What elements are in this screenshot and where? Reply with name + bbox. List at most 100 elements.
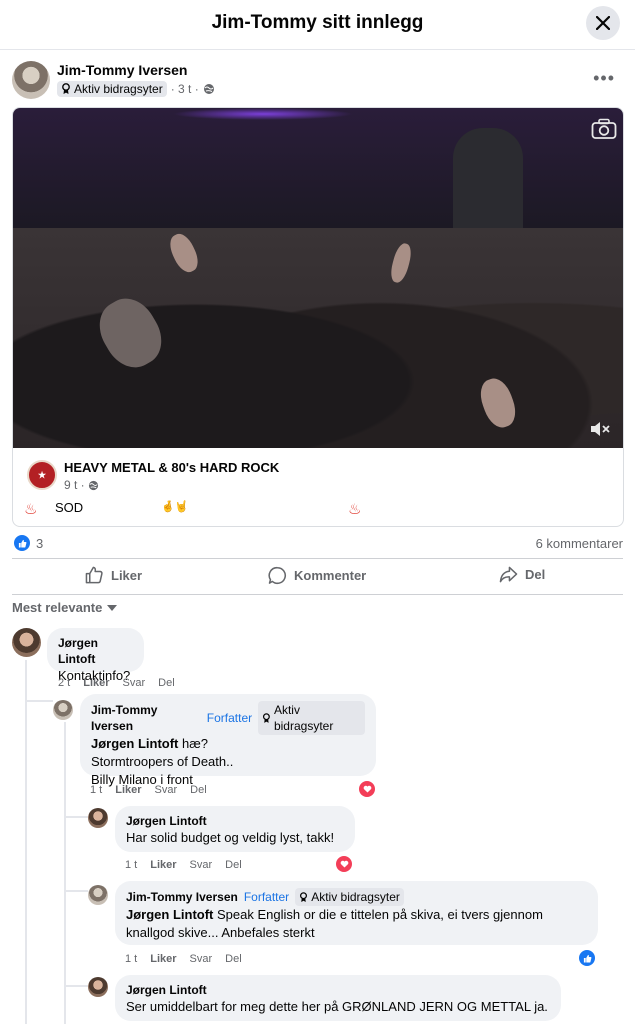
commenter-avatar[interactable] xyxy=(12,628,41,657)
thread-line xyxy=(25,660,27,1024)
comment-count[interactable]: 6 kommentarer xyxy=(536,536,623,551)
comment-time[interactable]: 2 t xyxy=(58,677,70,689)
thread-line xyxy=(64,890,88,892)
commenter-name[interactable]: Jørgen Lintoft xyxy=(126,813,344,829)
commenter-avatar[interactable] xyxy=(88,808,108,828)
divider xyxy=(12,558,623,559)
comment-like-button[interactable]: Liker xyxy=(150,859,176,871)
like-reaction[interactable] xyxy=(579,950,595,966)
comment-actions: 1 t Liker Svar Del xyxy=(125,953,242,965)
group-name[interactable]: HEAVY METAL & 80's HARD ROCK xyxy=(64,460,279,475)
dialog-header: Jim-Tommy sitt innlegg xyxy=(0,0,635,50)
badge-icon xyxy=(62,83,70,94)
comment-reply-button[interactable]: Svar xyxy=(155,784,178,796)
post-text-sod: SOD xyxy=(55,500,84,515)
thread-line xyxy=(64,722,66,1024)
mention-link[interactable]: Jørgen Lintoft xyxy=(91,736,178,751)
badge-label: Aktiv bidragsyter xyxy=(74,82,163,96)
comment-actions: 1 t Liker Svar Del xyxy=(90,784,207,796)
commenter-avatar[interactable] xyxy=(88,977,108,997)
comment-bubble: Jørgen Lintoft Ser umiddelbart for meg d… xyxy=(115,975,561,1021)
mute-icon[interactable] xyxy=(589,420,611,438)
badge-icon xyxy=(263,712,270,723)
thumbs-up-icon xyxy=(85,566,103,584)
more-horizontal-icon: ••• xyxy=(593,68,615,88)
comment-time[interactable]: 1 t xyxy=(125,953,137,965)
thread-line xyxy=(64,816,88,818)
comment-time[interactable]: 1 t xyxy=(90,784,102,796)
contributor-badge[interactable]: Aktiv bidragsyter xyxy=(57,81,167,97)
comment-text: Har solid budget og veldig lyst, takk! xyxy=(126,830,335,845)
comment-time[interactable]: 1 t xyxy=(125,859,137,871)
author-tag: Forfatter xyxy=(206,711,253,725)
video-player[interactable] xyxy=(13,108,623,448)
like-reaction-icon xyxy=(14,535,30,551)
post-meta: Aktiv bidragsyter · 3 t · xyxy=(57,81,215,97)
close-button[interactable] xyxy=(586,6,620,40)
camera-icon[interactable] xyxy=(591,118,617,140)
badge-icon xyxy=(300,891,308,902)
shared-post-card[interactable]: ★ HEAVY METAL & 80's HARD ROCK 9 t · ♨ S… xyxy=(12,107,624,527)
comment-text-line: Speak English or die e tittelen på skiva… xyxy=(213,907,543,922)
hot-springs-emoji: ♨ xyxy=(24,501,38,518)
comment-like-button[interactable]: Liker xyxy=(150,953,176,965)
comment-reply-button[interactable]: Svar xyxy=(123,677,146,689)
contributor-badge[interactable]: Aktiv bidragsyter xyxy=(258,701,365,735)
heart-icon xyxy=(340,860,348,868)
comment-text: Jørgen Lintoft hæ? xyxy=(91,735,365,753)
commenter-name[interactable]: Jim-Tommy Iversen xyxy=(126,889,238,905)
comment-text: Jørgen Lintoft Speak English or die e ti… xyxy=(126,906,587,924)
comment-bubble: Jørgen Lintoft Har solid budget og veldi… xyxy=(115,806,355,852)
group-time[interactable]: 9 t · xyxy=(64,478,85,492)
close-icon xyxy=(596,16,610,30)
commenter-name[interactable]: Jim-Tommy Iversen xyxy=(91,702,201,734)
comment-reply-button[interactable]: Svar xyxy=(190,859,213,871)
badge-label: Aktiv bidragsyter xyxy=(273,703,334,733)
comment-share-button[interactable]: Del xyxy=(225,859,242,871)
comment-button[interactable]: Kommenter xyxy=(268,566,366,585)
hands-emoji: 🤞🤘 xyxy=(161,501,189,513)
like-button[interactable]: Liker xyxy=(85,566,142,584)
comment-share-button[interactable]: Del xyxy=(225,953,242,965)
heart-reaction[interactable] xyxy=(359,781,375,797)
comment-header: Jim-Tommy Iversen Forfatter Aktiv bidrag… xyxy=(91,701,365,735)
commenter-name[interactable]: Jørgen Lintoft xyxy=(58,635,133,667)
caret-down-icon xyxy=(107,604,118,611)
comment-sort-dropdown[interactable]: Mest relevante xyxy=(12,600,118,615)
sort-label: Mest relevante xyxy=(12,600,103,615)
comment-bubble: Jim-Tommy Iversen Forfatter Aktiv bidrag… xyxy=(115,881,598,945)
commenter-avatar[interactable] xyxy=(88,885,108,905)
thread-line xyxy=(64,985,88,987)
hot-springs-emoji: ♨ xyxy=(348,501,362,518)
contributor-badge[interactable]: Aktiv bidragsyter xyxy=(295,888,404,906)
comment-bubble: Jørgen Lintoft Kontaktinfo? xyxy=(47,628,144,683)
comment-like-button[interactable]: Liker xyxy=(115,784,141,796)
comment-text: Ser umiddelbart for meg dette her på GRØ… xyxy=(126,999,548,1014)
comment-bubble: Jim-Tommy Iversen Forfatter Aktiv bidrag… xyxy=(80,694,376,787)
comment-like-button[interactable]: Liker xyxy=(83,677,109,689)
like-label: Liker xyxy=(111,567,143,583)
comment-reply-button[interactable]: Svar xyxy=(190,953,213,965)
globe-icon xyxy=(88,480,98,490)
post-actions: Liker Kommenter Del xyxy=(0,560,635,594)
share-button[interactable]: Del xyxy=(499,566,545,583)
mention-link[interactable]: Jørgen Lintoft xyxy=(126,907,213,922)
comment-share-button[interactable]: Del xyxy=(190,784,207,796)
more-options-button[interactable]: ••• xyxy=(593,68,615,89)
comment-share-button[interactable]: Del xyxy=(158,677,175,689)
heart-reaction[interactable] xyxy=(336,856,352,872)
commenter-name[interactable]: Jørgen Lintoft xyxy=(126,982,550,998)
like-count: 3 xyxy=(36,535,44,551)
group-avatar[interactable]: ★ xyxy=(27,460,57,490)
author-avatar[interactable] xyxy=(12,61,50,99)
divider xyxy=(12,594,623,595)
dialog-title: Jim-Tommy sitt innlegg xyxy=(211,12,424,33)
comment-icon xyxy=(268,566,286,584)
commenter-avatar[interactable] xyxy=(53,700,73,720)
post-time[interactable]: · 3 t · xyxy=(171,82,199,96)
author-name[interactable]: Jim-Tommy Iversen xyxy=(57,62,187,78)
like-summary[interactable]: 3 xyxy=(14,535,43,551)
comment-header: Jim-Tommy Iversen Forfatter Aktiv bidrag… xyxy=(126,888,587,906)
globe-icon xyxy=(203,84,214,94)
share-icon xyxy=(499,566,518,583)
